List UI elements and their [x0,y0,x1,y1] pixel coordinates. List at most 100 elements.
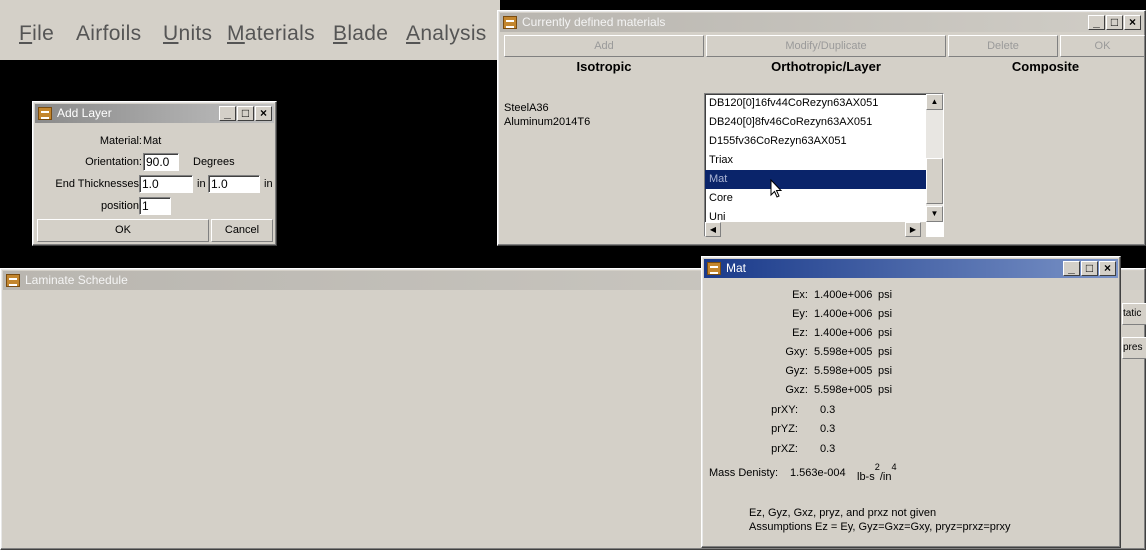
density-unit-a: lb-s [857,470,875,483]
thickness-end-unit: in [264,178,273,190]
minimize-icon[interactable]: _ [1063,261,1080,276]
laminate-schedule-title: Laminate Schedule [25,273,128,287]
density-value: 1.563e-004 [790,467,846,479]
prop-ex-value: 1.400e+006 [814,289,873,301]
list-item[interactable]: SteelA36 [502,101,705,115]
right-button-2[interactable]: pres [1122,337,1146,359]
list-item[interactable]: Triax [705,151,943,170]
close-icon[interactable]: × [1099,261,1116,276]
orthotropic-header: Orthotropic/Layer [771,59,881,74]
close-icon[interactable]: × [255,106,272,121]
thickness-end-input[interactable]: 1.0 [208,175,260,193]
orientation-unit: Degrees [193,156,235,168]
prop-prxz-name: prXZ: [771,443,798,455]
maximize-icon[interactable]: □ [237,106,254,121]
position-label: position: [101,200,142,212]
orthotropic-list[interactable]: DB120[0]16fv44CoRezyn63AX051 DB240[0]8fv… [704,93,944,237]
thickness-label: End Thicknesses: [55,178,142,190]
prop-ez-value: 1.400e+006 [814,327,873,339]
menu-blade-rest: lade [347,22,389,45]
menu-units-rest: nits [178,22,213,45]
thickness-start-unit: in [197,178,206,190]
add-layer-title: Add Layer [57,106,112,120]
position-input[interactable]: 1 [139,197,171,215]
menu-units-mnemonic: U [163,22,179,45]
menu-materials[interactable]: Materials [227,22,315,46]
prop-gxy-name: Gxy: [785,346,808,358]
scroll-right-icon[interactable]: ▶ [905,222,921,237]
prop-ex-name: Ex: [792,289,808,301]
orthotropic-hscrollbar[interactable]: ◀ ▶ [705,222,926,237]
mouse-cursor-icon [770,179,783,198]
list-item[interactable]: D155fv36CoRezyn63AX051 [705,132,943,151]
isotropic-list[interactable]: SteelA36 Aluminum2014T6 [502,101,705,241]
composite-header: Composite [1011,59,1080,74]
right-button-1[interactable]: tatic [1122,303,1146,325]
ok-button[interactable]: OK [1060,35,1145,57]
materials-window: Currently defined materials _ □ × Add Mo… [497,10,1146,246]
scroll-thumb[interactable] [926,158,943,204]
menu-airfoils[interactable]: Airfoils [76,22,141,46]
menubar: File Airfoils Units Materials Blade Anal… [0,0,500,60]
menu-blade-mnemonic: B [333,22,348,45]
add-layer-cancel-button[interactable]: Cancel [211,219,273,242]
close-icon[interactable]: × [1124,15,1141,30]
app-icon [6,274,20,287]
orientation-input[interactable]: 90.0 [143,153,179,171]
materials-window-titlebar[interactable]: Currently defined materials _ □ × [500,13,1143,32]
mat-title: Mat [726,261,747,275]
density-unit-b: /in [879,470,892,483]
scroll-up-icon[interactable]: ▲ [926,94,943,110]
app-icon [707,262,721,275]
prop-prxy-value: 0.3 [820,404,836,416]
orthotropic-vscrollbar[interactable]: ▲ ▼ [926,94,943,222]
menu-materials-rest: aterials [244,22,315,45]
material-label: Material: [99,135,142,147]
prop-gxy-unit: psi [878,346,893,358]
thickness-start-input[interactable]: 1.0 [139,175,193,193]
delete-button[interactable]: Delete [948,35,1058,57]
prop-ey-name: Ey: [792,308,808,320]
density-unit-sup2: 4 [891,462,897,472]
maximize-icon[interactable]: □ [1081,261,1098,276]
prop-ey-value: 1.400e+006 [814,308,873,320]
prop-ey-unit: psi [878,308,893,320]
menu-units[interactable]: Units [163,22,212,46]
mat-window: Mat _ □ × Ex: 1.400e+006 psi Ey: 1.400e+… [701,256,1121,548]
prop-ez-name: Ez: [792,327,808,339]
modify-duplicate-button[interactable]: Modify/Duplicate [706,35,946,57]
prop-gyz-name: Gyz: [785,365,808,377]
mat-titlebar[interactable]: Mat _ □ × [704,259,1118,278]
prop-gxz-unit: psi [878,384,893,396]
minimize-icon[interactable]: _ [1088,15,1105,30]
add-layer-titlebar[interactable]: Add Layer _ □ × [35,104,274,123]
list-item[interactable]: DB240[0]8fv46CoRezyn63AX051 [705,113,943,132]
note-not-given: Ez, Gyz, Gxz, pryz, and prxz not given [749,507,937,519]
density-unit: lb-s2/in4 [857,462,897,483]
prop-ez-unit: psi [878,327,893,339]
menu-materials-mnemonic: M [227,22,245,45]
note-assumptions: Assumptions Ez = Ey, Gyz=Gxz=Gxy, pryz=p… [749,521,1011,533]
add-button[interactable]: Add [504,35,704,57]
app-icon [503,16,517,29]
prop-prxz-value: 0.3 [820,443,836,455]
menu-file[interactable]: File [19,22,54,46]
prop-gxz-name: Gxz: [785,384,808,396]
maximize-icon[interactable]: □ [1106,15,1123,30]
list-item[interactable]: Core [705,189,943,208]
list-item[interactable]: Aluminum2014T6 [502,115,705,129]
app-icon [38,107,52,120]
menu-file-rest: ile [32,22,55,45]
list-item-selected[interactable]: Mat [705,170,943,189]
menu-blade[interactable]: Blade [333,22,388,46]
menu-analysis[interactable]: Analysis [406,22,487,46]
prop-gxy-value: 5.598e+005 [814,346,873,358]
prop-ex-unit: psi [878,289,893,301]
scroll-left-icon[interactable]: ◀ [705,222,721,237]
minimize-icon[interactable]: _ [219,106,236,121]
prop-gyz-unit: psi [878,365,893,377]
add-layer-ok-button[interactable]: OK [37,219,209,242]
density-label: Mass Denisty: [709,467,779,479]
scroll-down-icon[interactable]: ▼ [926,206,943,222]
list-item[interactable]: DB120[0]16fv44CoRezyn63AX051 [705,94,943,113]
